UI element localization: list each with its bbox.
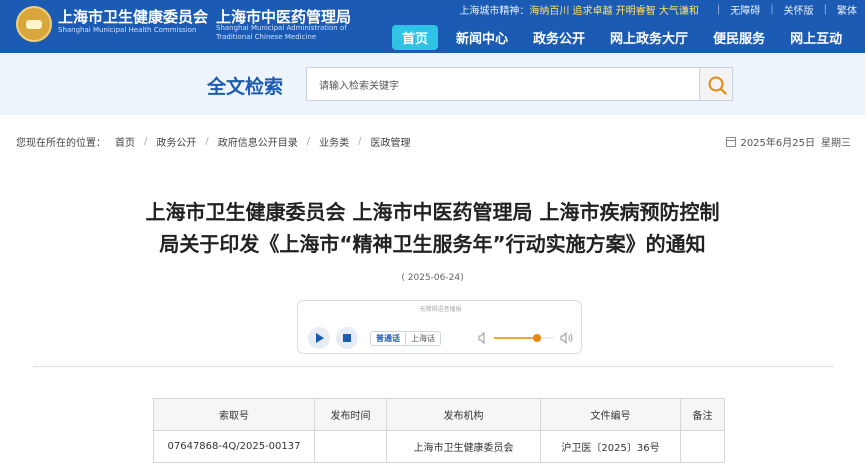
nav-online-interaction[interactable]: 网上互动 bbox=[790, 28, 842, 47]
nav-online-services[interactable]: 网上政务大厅 bbox=[610, 28, 688, 47]
header-publish-time: 发布时间 bbox=[314, 398, 387, 431]
nav-public-services[interactable]: 便民服务 bbox=[713, 28, 765, 47]
cell-publisher: 上海市卫生健康委员会 bbox=[386, 430, 541, 463]
main-nav: 首页 新闻中心 政务公开 网上政务大厅 便民服务 网上互动 bbox=[392, 24, 865, 50]
stop-icon[interactable] bbox=[336, 327, 358, 349]
cell-document-number: 沪卫医〔2025〕36号 bbox=[540, 430, 681, 463]
article-date: ( 2025-06-24) bbox=[401, 273, 464, 283]
divider: | bbox=[770, 3, 774, 15]
breadcrumb: 您现在所在的位置： 首页 / 政务公开 / 政府信息公开目录 / 业务类 / 医… bbox=[16, 134, 420, 149]
play-icon[interactable] bbox=[308, 327, 330, 349]
breadcrumb-business[interactable]: 业务类 bbox=[319, 134, 349, 149]
search-placeholder: 请输入检索关键字 bbox=[319, 80, 399, 92]
header-remarks: 备注 bbox=[680, 398, 725, 431]
breadcrumb-separator: / bbox=[358, 136, 362, 147]
elderly-mode-link[interactable]: 关怀版 bbox=[784, 2, 814, 17]
traditional-chinese-link[interactable]: 繁体 bbox=[837, 2, 857, 17]
org2-english-name: Shanghai Municipal Administration of Tra… bbox=[216, 24, 347, 41]
calendar-icon bbox=[726, 136, 737, 147]
audio-player: 无障碍语音播报 普通话 上海话 bbox=[297, 300, 582, 354]
search-icon bbox=[708, 76, 727, 95]
cell-index-number: 07647868-4Q/2025-00137 bbox=[153, 430, 315, 463]
nav-news-center[interactable]: 新闻中心 bbox=[456, 28, 508, 47]
header-document-number: 文件编号 bbox=[540, 398, 681, 431]
breadcrumb-separator: / bbox=[144, 136, 148, 147]
city-spirit-text: 海纳百川 追求卓越 开明睿智 大气谦和 bbox=[529, 5, 699, 17]
cell-publish-time bbox=[314, 430, 387, 463]
breadcrumb-separator: / bbox=[205, 136, 209, 147]
current-date: 2025年6月25日 星期三 bbox=[726, 134, 851, 149]
breadcrumb-medical-admin[interactable]: 医政管理 bbox=[371, 134, 411, 149]
volume-high-icon[interactable] bbox=[560, 332, 574, 344]
city-spirit-label: 上海城市精神： bbox=[459, 5, 530, 17]
nav-home[interactable]: 首页 bbox=[392, 24, 439, 50]
table-row: 07647868-4Q/2025-00137 上海市卫生健康委员会 沪卫医〔20… bbox=[153, 430, 725, 463]
dialect-toggle: 普通话 上海话 bbox=[370, 331, 441, 346]
volume-fill bbox=[494, 337, 538, 339]
breadcrumb-separator: / bbox=[306, 136, 311, 147]
cell-remarks bbox=[680, 430, 725, 463]
divider: | bbox=[823, 3, 827, 15]
divider-line bbox=[33, 366, 833, 367]
date-text: 2025年6月25日 bbox=[740, 138, 815, 149]
site-logo-icon[interactable] bbox=[16, 6, 52, 42]
mandarin-option[interactable]: 普通话 bbox=[371, 332, 405, 345]
divider: | bbox=[716, 3, 721, 15]
volume-knob[interactable] bbox=[533, 334, 542, 342]
volume-low-icon[interactable] bbox=[478, 332, 488, 344]
org1-english-name: Shanghai Municipal Health Commission bbox=[58, 26, 197, 34]
breadcrumb-prefix: 您现在所在的位置： bbox=[16, 138, 106, 149]
table-header-row: 索取号 发布时间 发布机构 文件编号 备注 bbox=[153, 398, 725, 431]
org1-name[interactable]: 上海市卫生健康委员会 bbox=[58, 6, 208, 27]
site-header: 上海市卫生健康委员会 Shanghai Municipal Health Com… bbox=[0, 0, 865, 53]
header-publisher: 发布机构 bbox=[386, 398, 541, 431]
article-title-line1: 上海市卫生健康委员会 上海市中医药管理局 上海市疾病预防控制 bbox=[145, 200, 720, 224]
search-input[interactable]: 请输入检索关键字 bbox=[306, 67, 700, 101]
nav-government-affairs[interactable]: 政务公开 bbox=[533, 28, 585, 47]
article-title: 上海市卫生健康委员会 上海市中医药管理局 上海市疾病预防控制 局关于印发《上海市… bbox=[100, 196, 765, 260]
header-index-number: 索取号 bbox=[153, 398, 315, 431]
shanghainese-option[interactable]: 上海话 bbox=[405, 332, 440, 345]
search-button[interactable] bbox=[699, 67, 733, 101]
top-utility-bar: 上海城市精神： 海纳百川 追求卓越 开明睿智 大气谦和 | 无障碍 | 关怀版 … bbox=[459, 2, 857, 17]
breadcrumb-government-affairs[interactable]: 政务公开 bbox=[156, 134, 196, 149]
article-title-line2: 局关于印发《上海市“精神卫生服务年”行动实施方案》的通知 bbox=[159, 232, 706, 256]
search-title: 全文检索 bbox=[207, 76, 284, 98]
breadcrumb-home[interactable]: 首页 bbox=[115, 134, 135, 149]
volume-slider[interactable] bbox=[494, 334, 554, 342]
player-caption: 无障碍语音播报 bbox=[419, 306, 462, 313]
weekday-text: 星期三 bbox=[821, 138, 851, 149]
document-metadata-table: 索取号 发布时间 发布机构 文件编号 备注 07647868-4Q/2025-0… bbox=[153, 398, 725, 463]
breadcrumb-info-catalog[interactable]: 政府信息公开目录 bbox=[218, 134, 298, 149]
accessibility-link[interactable]: 无障碍 bbox=[730, 2, 760, 17]
